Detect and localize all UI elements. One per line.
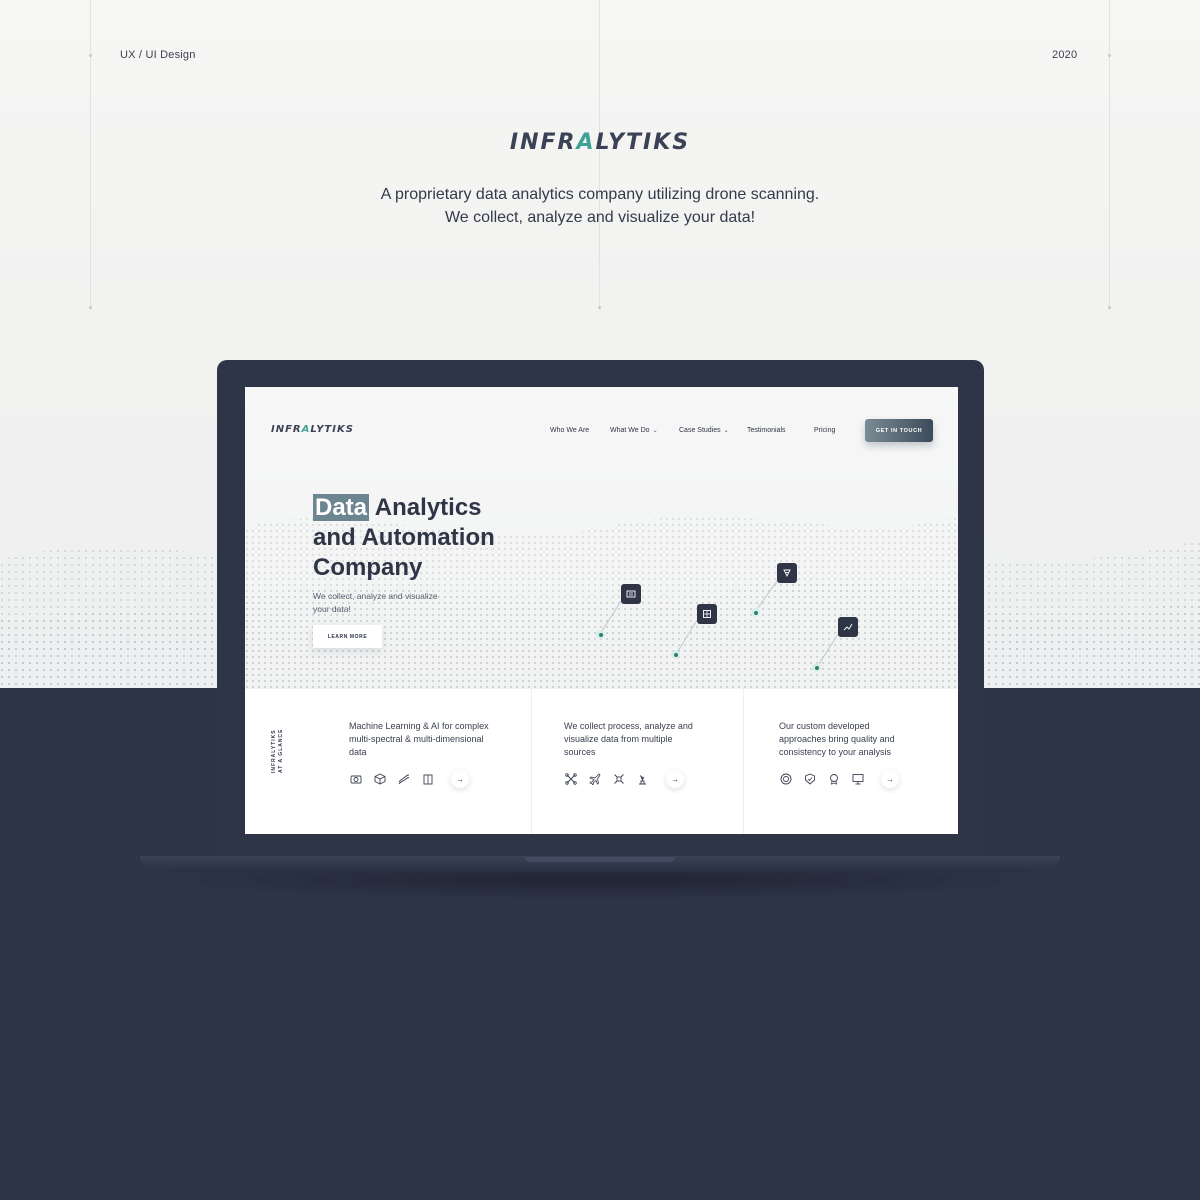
drone-icon — [564, 772, 578, 786]
logo-text-accent: A — [576, 130, 596, 155]
arrow-right-icon: → — [456, 774, 464, 784]
shield-icon — [803, 772, 817, 786]
feature-custom-approaches: Our custom developed approaches bring qu… — [779, 720, 919, 788]
guide-dot — [598, 306, 601, 309]
guide-dot — [89, 306, 92, 309]
laptop-notch — [525, 857, 675, 862]
feature-data-collection: We collect process, analyze and visualiz… — [564, 720, 704, 788]
scan-marker[interactable] — [621, 584, 641, 604]
year-label: 2020 — [1052, 49, 1078, 61]
tower-marker[interactable] — [777, 563, 797, 583]
feature-icon-row: → — [349, 770, 469, 788]
guide-line — [1109, 0, 1110, 310]
robot-arm-icon — [636, 772, 650, 786]
quadcopter-icon — [612, 772, 626, 786]
brand-logo: INFR A LYTIKS — [0, 130, 1200, 155]
tower-icon — [783, 569, 791, 578]
feature-text: Our custom developed approaches bring qu… — [779, 721, 895, 757]
cube-icon — [373, 772, 387, 786]
location-pin[interactable] — [751, 608, 760, 617]
feature-text: Machine Learning & AI for complex multi-… — [349, 721, 489, 757]
hero-section: INFR A LYTIKS Who We Are What We Do ⌄ Ca… — [245, 387, 958, 689]
logo-text-end: LYTIKS — [595, 130, 691, 155]
building-icon — [421, 772, 435, 786]
scan-icon — [626, 590, 636, 598]
guide-line — [90, 0, 91, 310]
category-label: UX / UI Design — [120, 49, 196, 61]
website-screen: INFR A LYTIKS Who We Are What We Do ⌄ Ca… — [245, 387, 958, 834]
guide-dot — [89, 54, 92, 57]
tagline-line-1: A proprietary data analytics company uti… — [380, 186, 820, 203]
guide-dot — [1108, 306, 1111, 309]
location-pin[interactable] — [671, 650, 680, 659]
chart-icon — [843, 623, 853, 631]
waves-icon — [397, 772, 411, 786]
feature-icon-row: → — [779, 770, 899, 788]
glance-label-line-2: AT A GLANCE — [278, 728, 284, 773]
location-pin[interactable] — [596, 630, 605, 639]
column-divider — [743, 689, 744, 834]
monitor-icon — [851, 772, 865, 786]
tagline: A proprietary data analytics company uti… — [0, 184, 1200, 229]
feature-text: We collect process, analyze and visualiz… — [564, 721, 693, 757]
tagline-line-2: We collect, analyze and visualize your d… — [444, 208, 756, 226]
camera-icon — [349, 772, 363, 786]
column-divider — [531, 689, 532, 834]
guide-line — [599, 0, 600, 310]
arrow-right-icon: → — [886, 774, 894, 784]
location-pin[interactable] — [812, 663, 821, 672]
feature-arrow-button[interactable]: → — [666, 770, 684, 788]
marker-connectors — [599, 573, 843, 668]
arrow-right-icon: → — [671, 774, 679, 784]
chart-marker[interactable] — [838, 617, 858, 637]
airplane-icon — [588, 772, 602, 786]
glance-label-line-1: INFRALYTIKS — [271, 729, 277, 773]
feature-arrow-button[interactable]: → — [451, 770, 469, 788]
award-icon — [827, 772, 841, 786]
data-icon — [703, 610, 711, 618]
logo-text-start: INFR — [509, 130, 577, 155]
analytics-marker[interactable] — [697, 604, 717, 624]
feature-arrow-button[interactable]: → — [881, 770, 899, 788]
feature-icon-row: → — [564, 770, 684, 788]
guide-dot — [1108, 54, 1111, 57]
at-a-glance-label: INFRALYTIKS AT A GLANCE — [271, 723, 285, 773]
feature-ml-ai: Machine Learning & AI for complex multi-… — [349, 720, 489, 788]
target-icon — [779, 772, 793, 786]
